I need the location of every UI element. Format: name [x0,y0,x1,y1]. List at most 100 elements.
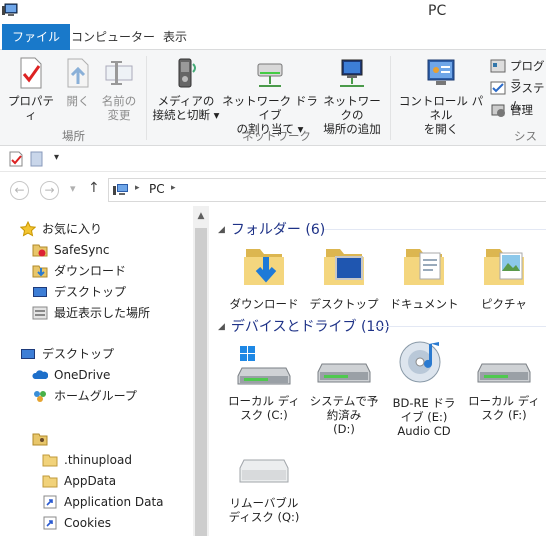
hard-drive-icon [317,363,371,383]
folder-downloads[interactable]: ダウンロード [224,243,304,311]
nav-safesync[interactable]: SafeSync [32,240,110,260]
collapse-caret-icon: ◢ [218,225,225,235]
nav-downloads[interactable]: ダウンロード [32,261,126,281]
nav-favorites[interactable]: お気に入り [20,219,102,239]
new-folder-icon[interactable] [30,151,44,167]
ribbon: プロパティ 開く 名前の 変更 場所 メディアの 接続と切断 ▾ ネットワーク … [0,50,546,159]
forward-button[interactable]: → [40,181,59,200]
devices-header[interactable]: ◢ デバイスとドライブ (10) [218,316,390,336]
downloads-folder-icon [244,249,284,285]
folder-label: デスクトップ [309,297,379,311]
folder-label: ピクチャ [481,297,527,311]
shortcut-folder-icon [43,516,57,530]
nav-application-data[interactable]: Application Data [42,492,164,512]
desktop-root-icon [21,349,35,359]
scroll-up-button[interactable]: ▲ [193,206,209,226]
nav-homegroup-label: ホームグループ [54,389,137,403]
map-network-drive-button[interactable]: ネットワーク ドライブ の割り当て ▾ [222,56,318,136]
nav-recent-places[interactable]: 最近表示した場所 [32,303,150,323]
properties-small-icon[interactable] [8,151,24,167]
removable-disk-icon [239,459,289,483]
folder-icon [42,475,58,488]
history-dropdown[interactable]: ▾ [70,182,76,195]
breadcrumb-separator-2[interactable]: ▸ [171,183,176,193]
add-network-location-button[interactable]: ネットワークの 場所の追加 [318,56,386,136]
folders-header[interactable]: ◢ フォルダー (6) [218,219,325,239]
group-separator [146,56,147,140]
qat-dropdown[interactable]: ▾ [54,152,59,163]
folder-label: ダウンロード [229,297,299,311]
folder-desktop[interactable]: デスクトップ [304,243,384,311]
media-device-icon [178,58,196,88]
scroll-thumb[interactable] [195,228,207,536]
system-drive-icon [237,346,291,385]
nav-thinupload[interactable]: .thinupload [42,450,132,470]
nav-onedrive-label: OneDrive [54,368,111,382]
pc-icon [113,184,128,195]
rename-icon [105,61,133,85]
nav-application-data-label: Application Data [64,495,164,509]
nav-homegroup[interactable]: ホームグループ [32,386,137,406]
drive-q[interactable]: リムーバブル ディスク (Q:) [224,454,304,524]
drive-label: BD-RE ドラ イブ (E:) Audio CD [392,396,456,438]
downloads-icon [32,265,48,278]
quick-access-toolbar: ▾ [0,146,546,172]
folder-pictures[interactable]: ピクチャ [464,243,544,311]
address-bar-row: ← → ▾ ↑ ▸ PC ▸ [0,172,546,206]
breadcrumb-separator[interactable]: ▸ [135,183,140,193]
onedrive-icon [32,370,48,379]
back-arrow-icon: ← [14,183,25,197]
nav-desktop[interactable]: デスクトップ [32,282,126,302]
nav-onedrive[interactable]: OneDrive [32,365,110,385]
tab-computer[interactable]: コンピューター [61,24,165,50]
nav-desktop-root[interactable]: デスクトップ [20,344,114,364]
nav-cookies[interactable]: Cookies [42,513,111,533]
system-properties-button[interactable]: システム [490,79,546,113]
properties-label: プロパティ [8,94,54,122]
documents-folder-icon [404,249,444,285]
tab-file[interactable]: ファイル [2,24,71,50]
breadcrumb-pc[interactable]: PC [149,182,165,196]
star-icon [20,221,36,237]
recent-places-icon [32,306,48,320]
drive-label: ローカル ディ スク (F:) [468,394,540,422]
drive-e[interactable]: BD-RE ドラ イブ (E:) Audio CD [384,340,464,438]
pictures-folder-icon [484,249,524,285]
address-box[interactable]: ▸ PC ▸ [108,178,546,202]
folder-label: ドキュメント [389,297,459,311]
forward-arrow-icon: → [44,183,55,197]
programs-icon [490,59,506,73]
back-button[interactable]: ← [10,181,29,200]
drive-c[interactable]: ローカル ディ スク (C:) [224,344,304,422]
media-connect-button[interactable]: メディアの 接続と切断 ▾ [152,56,220,122]
section-divider [324,229,546,230]
computer-icon[interactable] [2,3,18,17]
properties-button[interactable]: プロパティ [6,56,56,122]
control-panel-button[interactable]: コントロール パネル を開く [394,56,488,136]
network-drive-icon [257,63,283,87]
programs-button[interactable]: プログラ [490,57,546,91]
up-button[interactable]: ↑ [88,180,100,196]
folder-documents[interactable]: ドキュメント [384,243,464,311]
rename-label: 名前の 変更 [101,94,137,122]
tab-view[interactable]: 表示 [153,24,197,50]
nav-desktop-label: デスクトップ [54,285,127,299]
content-pane: ◢ フォルダー (6) ダウンロード デスクトップ ドキュメント ピクチャ ◢ … [210,206,546,536]
drive-f[interactable]: ローカル ディ スク (F:) [464,344,544,422]
title-bar: PC [0,0,546,24]
nav-scrollbar[interactable]: ▲ [193,206,209,536]
manage-button[interactable]: 管理 [490,101,533,119]
navigation-pane: お気に入り SafeSync ダウンロード デスクトップ 最近表示した場所 デス… [0,206,210,536]
manage-icon [491,104,505,117]
media-connect-label: メディアの 接続と切断 ▾ [152,94,220,122]
hard-drive-icon [477,363,531,383]
nav-appdata-label: AppData [64,474,117,488]
user-folder-icon[interactable] [32,431,48,447]
network-location-icon [340,59,364,87]
window-title: PC [428,3,447,19]
open-button[interactable]: 開く [60,56,96,108]
nav-appdata[interactable]: AppData [42,471,116,491]
drive-d[interactable]: システムで予 約済み (D:) [304,344,384,436]
nav-recent-places-label: 最近表示した場所 [54,306,151,320]
rename-button[interactable]: 名前の 変更 [98,56,140,122]
